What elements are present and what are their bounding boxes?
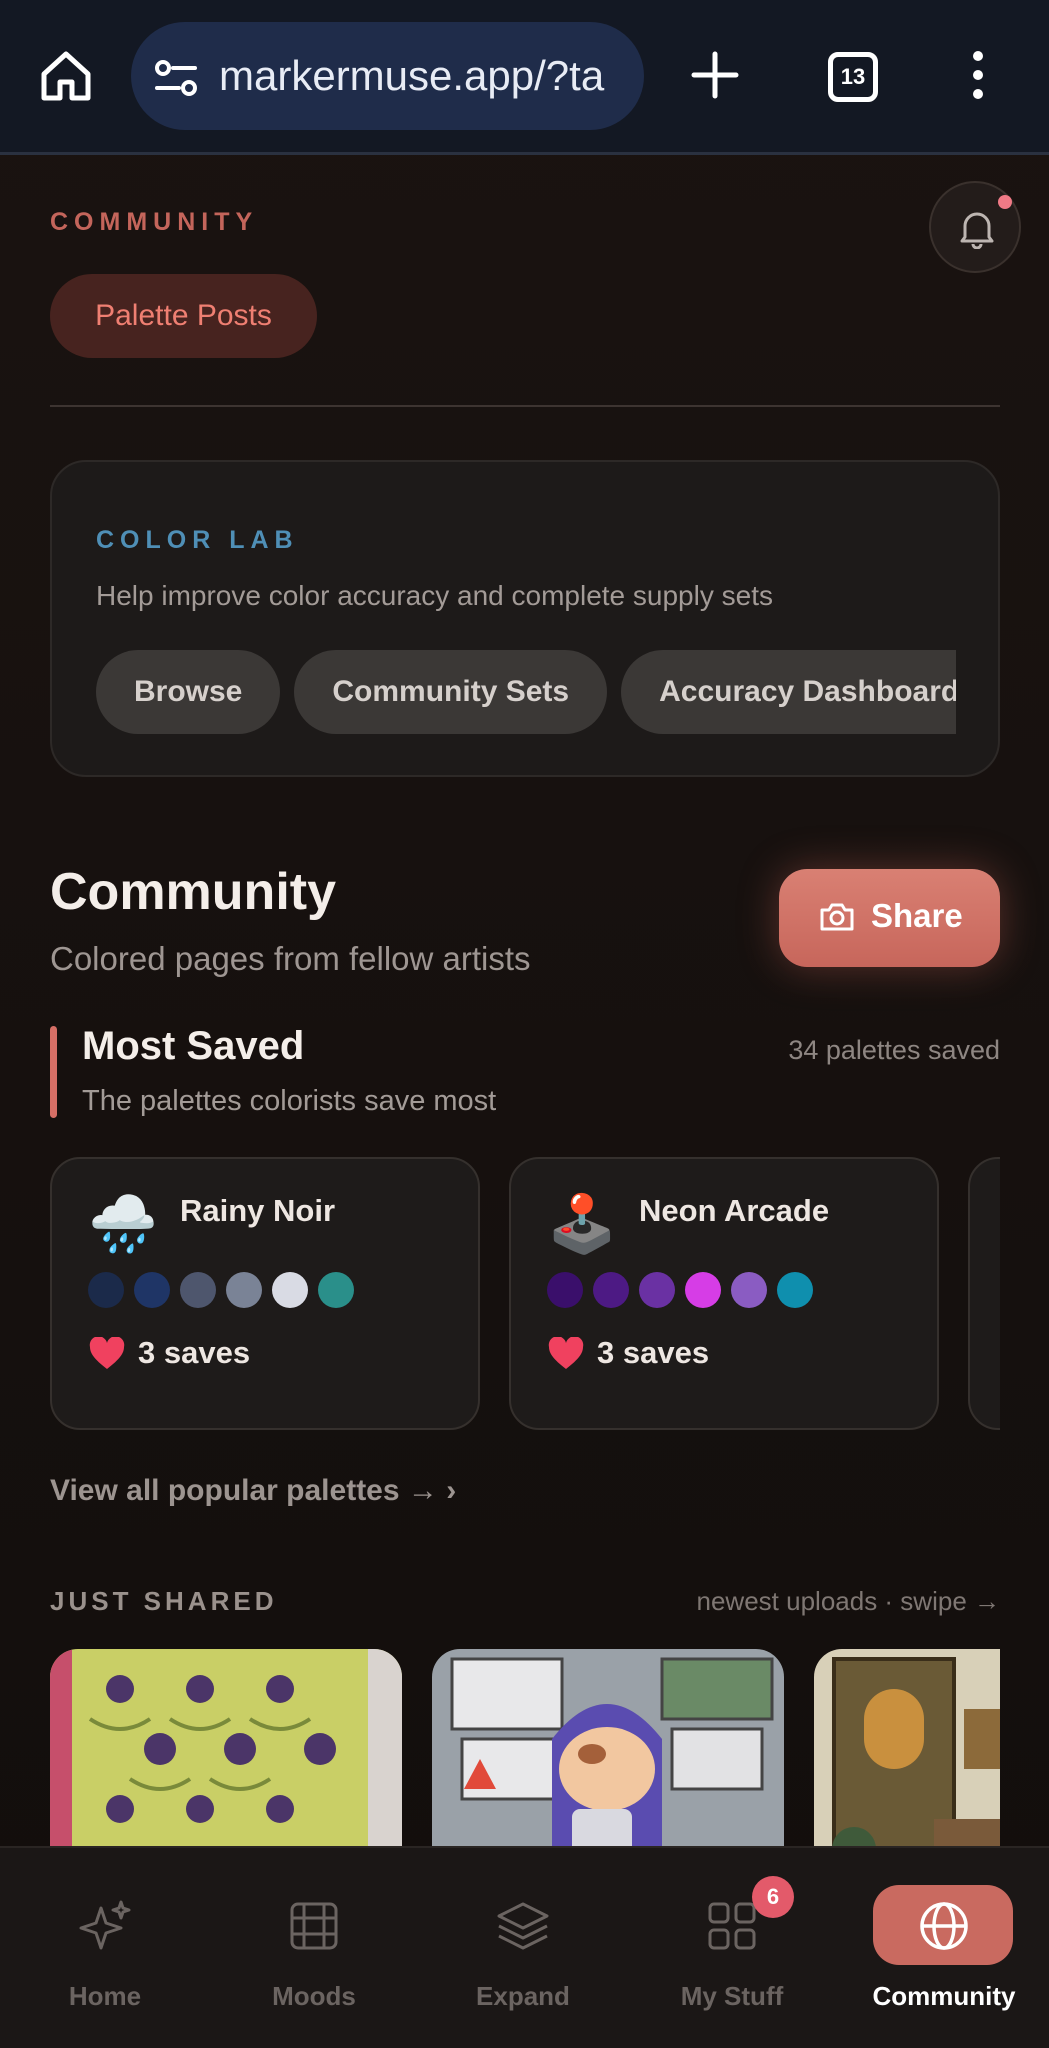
community-subtitle: Colored pages from fellow artists: [50, 940, 531, 977]
shared-artwork-thumbnail[interactable]: [432, 1649, 784, 1849]
chip-community-sets[interactable]: Community Sets: [294, 650, 608, 734]
divider: [50, 405, 1000, 407]
color-swatch: [134, 1272, 170, 1308]
view-all-popular-link[interactable]: View all popular palettes → ›: [50, 1474, 456, 1508]
color-lab-kicker: COLOR LAB: [96, 526, 299, 554]
color-swatch: [593, 1272, 629, 1308]
joystick-icon: 🕹️: [547, 1192, 617, 1255]
color-lab-chip-row: Browse Community Sets Accuracy Dashboard: [96, 650, 956, 734]
color-swatch: [88, 1272, 124, 1308]
camera-icon: [820, 903, 854, 931]
nav-community[interactable]: Community: [839, 1848, 1049, 2048]
url-text[interactable]: markermuse.app/?ta: [219, 52, 629, 100]
palette-saves: 3 saves: [138, 1335, 251, 1370]
most-saved-accent-bar: [50, 1026, 57, 1118]
browser-menu-icon[interactable]: [968, 50, 988, 100]
palette-swatches: [547, 1272, 823, 1308]
chip-accuracy-dashboard[interactable]: Accuracy Dashboard: [621, 650, 956, 734]
palette-name: Neon Arcade: [639, 1193, 830, 1228]
palette-card-peek[interactable]: [968, 1157, 1000, 1430]
browser-home-icon[interactable]: [38, 48, 94, 104]
shared-artwork-thumbnail[interactable]: [50, 1649, 402, 1849]
rain-cloud-icon: 🌧️: [88, 1192, 158, 1255]
nav-home-label: Home: [68, 1981, 142, 2011]
notifications-button[interactable]: [929, 181, 1021, 273]
color-swatch: [731, 1272, 767, 1308]
color-swatch: [272, 1272, 308, 1308]
nav-my-stuff-label: My Stuff: [680, 1981, 784, 2011]
browser-toolbar: markermuse.app/?ta 13: [0, 0, 1049, 155]
just-shared-carousel[interactable]: [50, 1649, 1000, 1849]
palette-name: Rainy Noir: [180, 1193, 336, 1228]
sparkle-icon: [79, 1900, 131, 1950]
shared-artwork-thumbnail[interactable]: [814, 1649, 1000, 1849]
my-stuff-badge: 6: [752, 1876, 794, 1918]
globe-icon: [920, 1902, 968, 1950]
address-bar[interactable]: markermuse.app/?ta: [131, 22, 644, 130]
share-label: Share: [871, 897, 963, 934]
palette-posts-tab[interactable]: Palette Posts: [50, 274, 317, 358]
heart-icon: [89, 1337, 125, 1369]
color-swatch: [685, 1272, 721, 1308]
color-swatch: [547, 1272, 583, 1308]
layers-icon: [497, 1902, 549, 1950]
community-title: Community: [50, 863, 336, 921]
site-settings-icon[interactable]: [153, 58, 201, 98]
color-swatch: [639, 1272, 675, 1308]
nav-moods-label: Moods: [272, 1981, 356, 2011]
color-lab-subtitle: Help improve color accuracy and complete…: [96, 580, 773, 611]
nav-expand-label: Expand: [476, 1981, 570, 2011]
just-shared-hint: newest uploads · swipe →: [696, 1586, 1000, 1616]
nav-community-label: Community: [872, 1981, 1016, 2011]
share-button[interactable]: Share: [779, 869, 1000, 967]
film-icon: [290, 1902, 338, 1950]
palette-card[interactable]: 🕹️ Neon Arcade 3 saves: [509, 1157, 939, 1430]
color-swatch: [180, 1272, 216, 1308]
nav-home[interactable]: Home: [0, 1848, 210, 2048]
palette-carousel[interactable]: 🌧️ Rainy Noir 3 saves 🕹️ Neon Arcade 3 s…: [50, 1157, 1000, 1432]
palette-saves: 3 saves: [597, 1335, 710, 1370]
notification-dot: [998, 195, 1012, 209]
section-kicker: COMMUNITY: [50, 208, 259, 236]
nav-moods[interactable]: Moods: [209, 1848, 419, 2048]
app-page: markermuse.app/?ta 13 COMMUNITY Palette …: [0, 0, 1049, 2048]
color-swatch: [226, 1272, 262, 1308]
bottom-navigation: Home Moods Expand 6 My Stuff Community: [0, 1846, 1049, 2048]
most-saved-subtitle: The palettes colorists save most: [82, 1085, 497, 1117]
bell-icon: [960, 212, 994, 249]
color-swatch: [777, 1272, 813, 1308]
color-swatch: [318, 1272, 354, 1308]
palettes-saved-count: 34 palettes saved: [788, 1035, 1000, 1065]
just-shared-title: JUST SHARED: [50, 1586, 278, 1616]
nav-my-stuff[interactable]: 6 My Stuff: [627, 1848, 837, 2048]
nav-expand[interactable]: Expand: [418, 1848, 628, 2048]
heart-icon: [548, 1337, 584, 1369]
chip-browse[interactable]: Browse: [96, 650, 281, 734]
tab-switcher-button[interactable]: 13: [828, 52, 878, 102]
palette-swatches: [88, 1272, 364, 1308]
palette-card[interactable]: 🌧️ Rainy Noir 3 saves: [50, 1157, 480, 1430]
color-lab-card: COLOR LAB Help improve color accuracy an…: [50, 460, 1000, 777]
new-tab-icon[interactable]: [690, 50, 740, 100]
most-saved-title: Most Saved: [82, 1024, 305, 1068]
